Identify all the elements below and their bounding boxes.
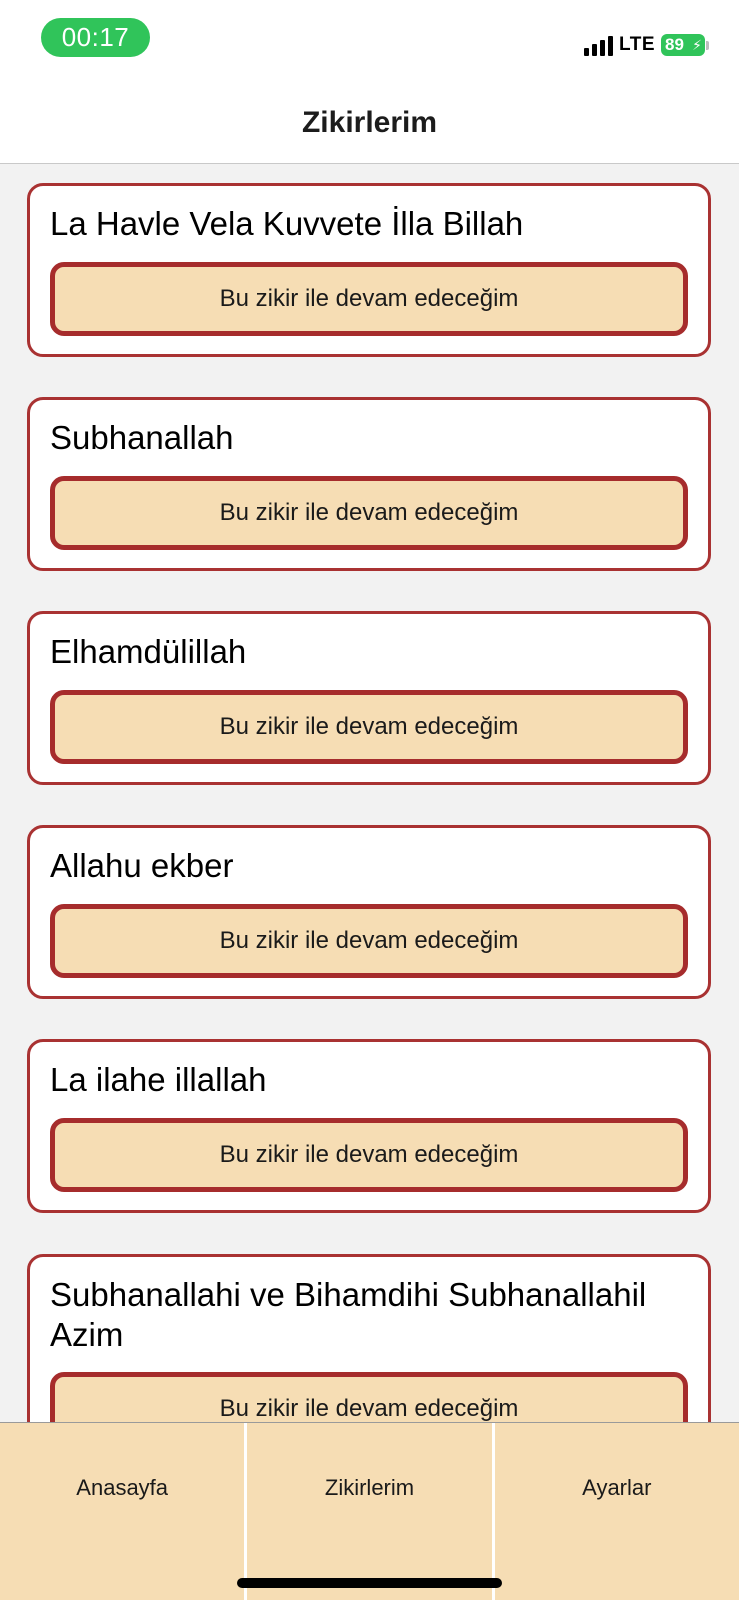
tab-label: Anasayfa	[76, 1475, 169, 1500]
battery-cap	[706, 40, 709, 50]
status-indicators: LTE 89 ⚡	[584, 31, 709, 59]
zikir-card: La ilahe illallah Bu zikir ile devam ede…	[27, 1039, 711, 1213]
tab-zikirlerim[interactable]: Zikirlerim	[244, 1423, 491, 1600]
page-title: Zikirlerim	[301, 106, 438, 139]
continue-with-zikir-button[interactable]: Bu zikir ile devam edeceğim	[50, 904, 688, 978]
cellular-signal-icon	[584, 34, 614, 56]
bottom-tab-bar: Anasayfa Zikirlerim Ayarlar	[0, 1422, 739, 1600]
continue-with-zikir-button[interactable]: Bu zikir ile devam edeceğim	[50, 262, 688, 336]
zikir-list[interactable]: La Havle Vela Kuvvete İlla Billah Bu zik…	[0, 164, 739, 1422]
home-indicator[interactable]	[237, 1578, 502, 1588]
charging-bolt-icon: ⚡	[692, 37, 702, 53]
tab-ayarlar[interactable]: Ayarlar	[491, 1423, 739, 1600]
zikir-card: Subhanallah Bu zikir ile devam edeceğim	[27, 397, 711, 571]
status-bar: 00:17 LTE 89 ⚡	[0, 0, 739, 80]
tab-label: Ayarlar	[582, 1475, 652, 1500]
zikir-card: Allahu ekber Bu zikir ile devam edeceğim	[27, 825, 711, 999]
battery-icon: 89 ⚡	[661, 34, 705, 56]
zikir-title: Subhanallah	[50, 419, 234, 456]
network-type: LTE	[619, 34, 655, 55]
navigation-header: Zikirlerim	[0, 80, 739, 164]
continue-with-zikir-button[interactable]: Bu zikir ile devam edeceğim	[50, 1372, 688, 1422]
zikir-card: La Havle Vela Kuvvete İlla Billah Bu zik…	[27, 183, 711, 357]
tab-label: Zikirlerim	[324, 1475, 415, 1500]
zikir-title: Subhanallahi ve Bihamdihi Subhanallahil …	[50, 1276, 647, 1353]
tab-anasayfa[interactable]: Anasayfa	[0, 1423, 244, 1600]
battery-level: 89	[665, 35, 684, 54]
zikir-card: Elhamdülillah Bu zikir ile devam edeceği…	[27, 611, 711, 785]
continue-with-zikir-button[interactable]: Bu zikir ile devam edeceğim	[50, 690, 688, 764]
zikir-title: Elhamdülillah	[50, 633, 247, 670]
zikir-title: Allahu ekber	[50, 847, 234, 884]
zikir-title: La Havle Vela Kuvvete İlla Billah	[50, 205, 524, 242]
zikir-title: La ilahe illallah	[50, 1061, 267, 1098]
zikir-card: Subhanallahi ve Bihamdihi Subhanallahil …	[27, 1254, 711, 1422]
continue-with-zikir-button[interactable]: Bu zikir ile devam edeceğim	[50, 1118, 688, 1192]
status-time: 00:17	[41, 18, 150, 57]
continue-with-zikir-button[interactable]: Bu zikir ile devam edeceğim	[50, 476, 688, 550]
